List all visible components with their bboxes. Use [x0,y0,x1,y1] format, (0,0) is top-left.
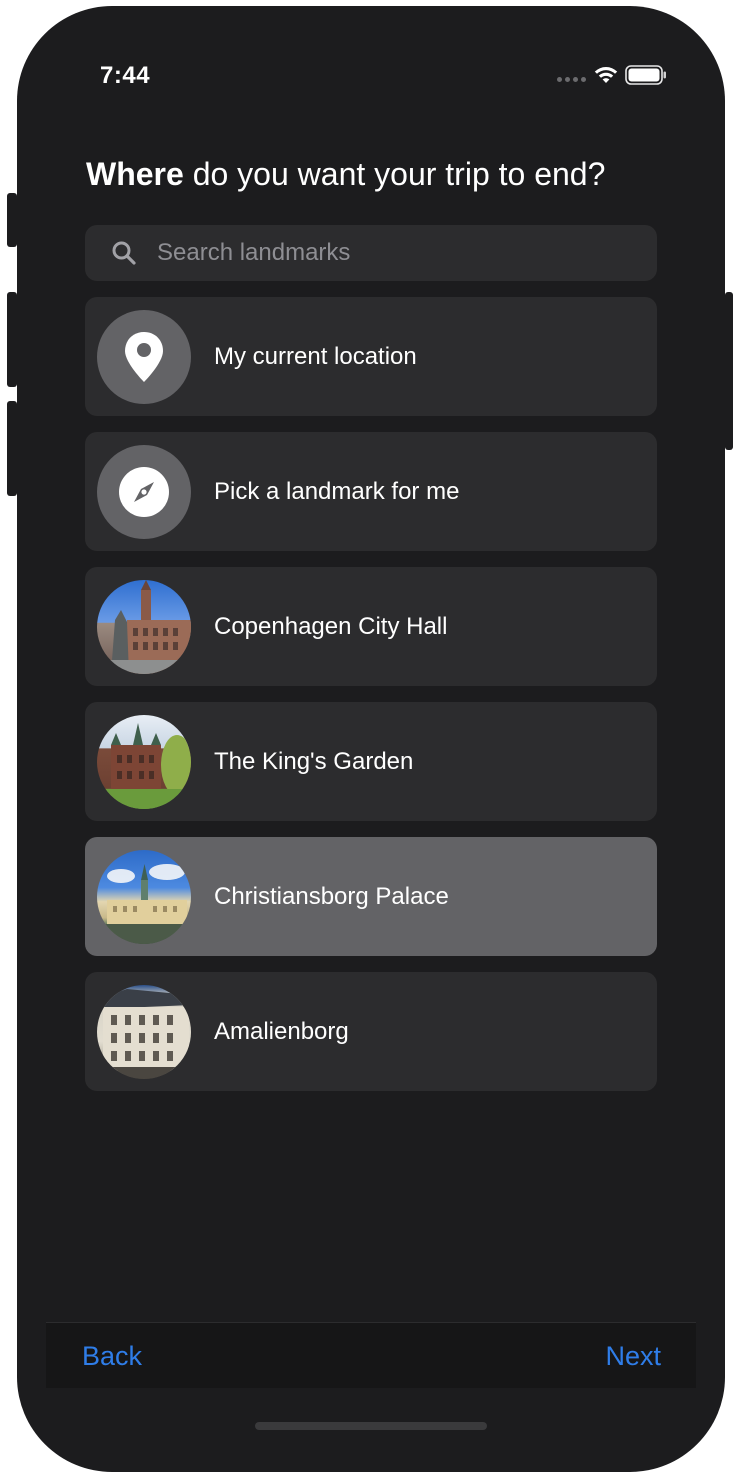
option-label: Amalienborg [214,1017,349,1045]
option-current-location[interactable]: My current location [85,297,657,416]
option-label: Copenhagen City Hall [214,612,448,640]
option-label: Christiansborg Palace [214,882,449,910]
status-time: 7:44 [100,62,151,89]
option-amalienborg[interactable]: Amalienborg [85,972,657,1091]
title-rest: do you want your trip to end? [183,156,606,192]
option-label: The King's Garden [214,747,414,775]
phone-screen: 7:44 Where do you want your trip to end? [17,6,725,1472]
wifi-icon [594,67,618,83]
kings-garden-illustration [97,722,191,809]
search-icon [112,241,136,265]
volume-down-button [7,401,17,496]
battery-icon [625,65,666,85]
city-hall-illustration [97,579,191,674]
copenhagen-city-hall-photo [97,579,191,674]
search-input[interactable] [157,239,577,267]
amalienborg-illustration [97,988,191,1079]
compass-icon [119,466,169,517]
back-button[interactable]: Back [82,1341,142,1372]
palace-illustration [97,863,191,944]
destination-list: My current location Pick a landmark for … [85,297,657,1107]
option-christiansborg-palace[interactable]: Christiansborg Palace [85,837,657,956]
current-location-avatar [97,309,191,404]
option-label: Pick a landmark for me [214,477,460,505]
location-pin-icon [125,331,163,382]
next-button[interactable]: Next [605,1341,661,1372]
home-indicator[interactable] [255,1422,487,1430]
volume-up-button [7,292,17,387]
navigation-footer: Back Next [46,1322,696,1388]
kings-garden-photo [97,714,191,809]
mute-switch [7,193,17,247]
amalienborg-photo [97,984,191,1079]
option-pick-landmark[interactable]: Pick a landmark for me [85,432,657,551]
option-label: My current location [214,342,417,370]
christiansborg-palace-photo [97,849,191,944]
option-kings-garden[interactable]: The King's Garden [85,702,657,821]
power-button [725,292,733,450]
status-icons [557,64,667,86]
option-copenhagen-city-hall[interactable]: Copenhagen City Hall [85,567,657,686]
page-title: Where do you want your trip to end? [86,156,605,193]
cellular-signal-icon [557,76,586,82]
search-bar[interactable] [85,225,657,281]
title-emphasis: Where [86,156,184,192]
pick-landmark-avatar [97,444,191,539]
